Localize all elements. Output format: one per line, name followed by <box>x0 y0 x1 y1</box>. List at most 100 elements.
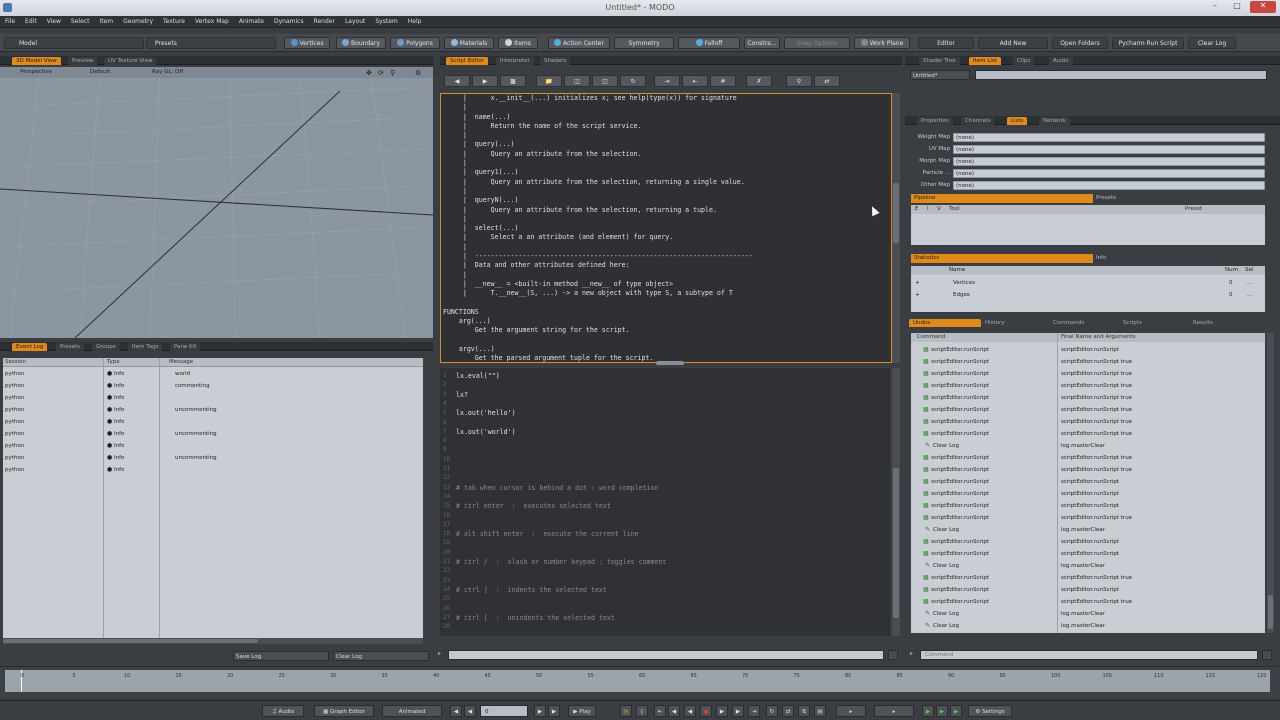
clear-output-icon[interactable]: ✗ <box>746 75 772 87</box>
menu-texture[interactable]: Texture <box>158 16 190 28</box>
play-forward-icon[interactable]: ▶ <box>716 705 728 717</box>
play-green-icon[interactable]: ▶ <box>922 705 934 717</box>
record-icon[interactable]: ● <box>700 705 712 717</box>
menu-render[interactable]: Render <box>309 16 340 28</box>
undo-row[interactable]: ▦ scriptEditor.runScript scriptEditor.runS… <box>911 464 1261 476</box>
presets-button[interactable]: Presets <box>146 37 276 49</box>
save-log-button[interactable]: Save Log <box>233 651 329 661</box>
indent-icon[interactable]: ⇥ <box>654 75 680 87</box>
output-vscroll-thumb[interactable] <box>893 183 899 243</box>
map-dropdown[interactable]: (none) <box>953 181 1265 190</box>
animated-dropdown[interactable]: Animated <box>382 705 442 717</box>
command-input-field[interactable] <box>921 651 1251 659</box>
falloff-button[interactable]: Falloff <box>678 37 740 49</box>
prev-frame-icon[interactable]: ⇤ <box>654 705 666 717</box>
undo-row[interactable]: ▦ scriptEditor.runScript scriptEditor.runS… <box>911 548 1261 560</box>
undo-list[interactable]: Command Final Name and Arguments ▦ script… <box>911 333 1265 633</box>
boundary-button[interactable]: Boundary <box>336 37 386 49</box>
go-start-icon[interactable]: ◀ <box>450 705 462 717</box>
loop-icon[interactable]: ↻ <box>766 705 778 717</box>
tab-clips[interactable]: Clips <box>1013 57 1035 65</box>
zoom-view-icon[interactable]: ⚲ <box>390 69 395 77</box>
comment-icon[interactable]: # <box>710 75 736 87</box>
open-file-icon[interactable]: 📁 <box>536 75 562 87</box>
undo-row[interactable]: ▦ scriptEditor.runScript scriptEditor.runS… <box>911 488 1261 500</box>
cache-icon[interactable]: ▤ <box>814 705 826 717</box>
tab-event-log[interactable]: Event Log <box>12 343 48 351</box>
tab-shaders[interactable]: Shaders <box>540 57 571 65</box>
menu-system[interactable]: System <box>370 16 402 28</box>
editor-vscroll-thumb[interactable] <box>893 468 899 618</box>
tab-preview[interactable]: Preview <box>68 57 98 65</box>
tab-groups[interactable]: Groups <box>92 343 120 351</box>
undo-row[interactable]: ▦ scriptEditor.runScript scriptEditor.runS… <box>911 572 1261 584</box>
clock-icon[interactable]: ◷ <box>620 705 632 717</box>
undo-row[interactable]: ▦ scriptEditor.runScript scriptEditor.runS… <box>911 512 1261 524</box>
expand-icon[interactable]: + <box>915 278 920 289</box>
replace-icon[interactable]: ⇄ <box>814 75 840 87</box>
undo-row[interactable]: ▦ scriptEditor.runScript scriptEditor.runS… <box>911 344 1261 356</box>
tab-lists[interactable]: Lists <box>1007 117 1028 125</box>
move-view-icon[interactable]: ✥ <box>366 69 372 77</box>
scene-dropdown[interactable]: Untitled* <box>910 70 970 80</box>
materials-button[interactable]: Materials <box>444 37 494 49</box>
pycharm-run-script-button[interactable]: Pycharm Run Script <box>1112 37 1184 49</box>
undo-row[interactable]: ▦ scriptEditor.runScript scriptEditor.runS… <box>911 404 1261 416</box>
tab-commands[interactable]: Commands <box>1049 319 1111 327</box>
open-folders-button[interactable]: Open Folders <box>1052 37 1108 49</box>
map-dropdown[interactable]: (none) <box>953 133 1265 142</box>
fast-forward-icon[interactable]: ▶ <box>732 705 744 717</box>
audio-button[interactable]: ♫ Audio <box>262 705 304 717</box>
menu-geometry[interactable]: Geometry <box>118 16 158 28</box>
clear-log-button[interactable]: Clear Log <box>333 651 429 661</box>
tab-history[interactable]: History <box>981 319 1043 327</box>
tab-shader-tree[interactable]: Shader Tree <box>919 57 960 65</box>
vertices-button[interactable]: Vertices <box>284 37 330 49</box>
perspective-dropdown[interactable]: Perspective <box>20 69 52 75</box>
model-layout-button[interactable]: Model <box>4 37 144 49</box>
go-end-icon[interactable]: ▶ <box>548 705 560 717</box>
pipeline-table[interactable]: E I V Tool Preset <box>911 205 1265 245</box>
menu-vertex-map[interactable]: Vertex Map <box>190 16 234 28</box>
ray-gl-toggle[interactable]: Ray GL: Off <box>152 69 183 75</box>
eventlog-hscroll-thumb[interactable] <box>3 639 258 643</box>
undo-row[interactable]: ▦ scriptEditor.runScript scriptEditor.runS… <box>911 368 1261 380</box>
table-row[interactable]: python ● Info <box>3 440 423 452</box>
map-dropdown[interactable]: (none) <box>953 145 1265 154</box>
tab-results[interactable]: Results <box>1189 319 1251 327</box>
tab-3d-model-view[interactable]: 3D Model View <box>12 57 61 65</box>
items-button[interactable]: Items <box>498 37 538 49</box>
item-filter-bar[interactable] <box>975 70 1267 80</box>
splitter-handle[interactable] <box>656 361 684 365</box>
3d-viewport[interactable] <box>0 67 433 338</box>
table-row[interactable]: python ● Info <box>3 464 423 476</box>
script-output-panel[interactable]: | x.__init__(...) initializes x; see hel… <box>440 93 892 363</box>
item-list-area[interactable] <box>905 84 1280 112</box>
undo-row[interactable]: ▦ scriptEditor.runScript scriptEditor.runS… <box>911 596 1261 608</box>
constrain-button[interactable]: Constra... <box>744 37 780 49</box>
add-new-button[interactable]: Add New <box>978 37 1048 49</box>
tab-presets[interactable]: Presets <box>56 343 85 351</box>
event-log-table[interactable]: Session Type Message python ● Info world pyt… <box>3 358 423 638</box>
undo-vscrollbar[interactable] <box>1267 333 1274 633</box>
save-file-icon[interactable]: ◫ <box>564 75 590 87</box>
command-input[interactable] <box>920 650 1258 660</box>
tab-undos[interactable]: Undos <box>909 319 981 327</box>
menu-animate[interactable]: Animate <box>234 16 269 28</box>
next-key-icon[interactable]: ▶ <box>534 705 546 717</box>
rewind-icon[interactable]: ◀ <box>668 705 680 717</box>
back-icon[interactable]: ◀ <box>444 75 470 87</box>
clear-log-toolbar-button[interactable]: Clear Log <box>1188 37 1236 49</box>
undo-row[interactable]: ✎ Clear Log log.masterClear <box>911 608 1261 620</box>
map-dropdown[interactable]: (none) <box>953 169 1265 178</box>
script-command-input[interactable] <box>448 650 884 660</box>
pipeline-tab[interactable]: Pipeline <box>911 194 1093 203</box>
step-icon[interactable]: ⇅ <box>798 705 810 717</box>
key-icon[interactable]: ◊ <box>636 705 648 717</box>
undo-vscroll-thumb[interactable] <box>1268 595 1273 629</box>
play-reverse-icon[interactable]: ◀ <box>684 705 696 717</box>
tab-interpreter[interactable]: Interpreter <box>496 57 534 65</box>
statistics-tab[interactable]: Statistics <box>911 254 1093 263</box>
table-row[interactable]: python ● Info <box>3 392 423 404</box>
tab-scripts[interactable]: Scripts <box>1119 319 1181 327</box>
